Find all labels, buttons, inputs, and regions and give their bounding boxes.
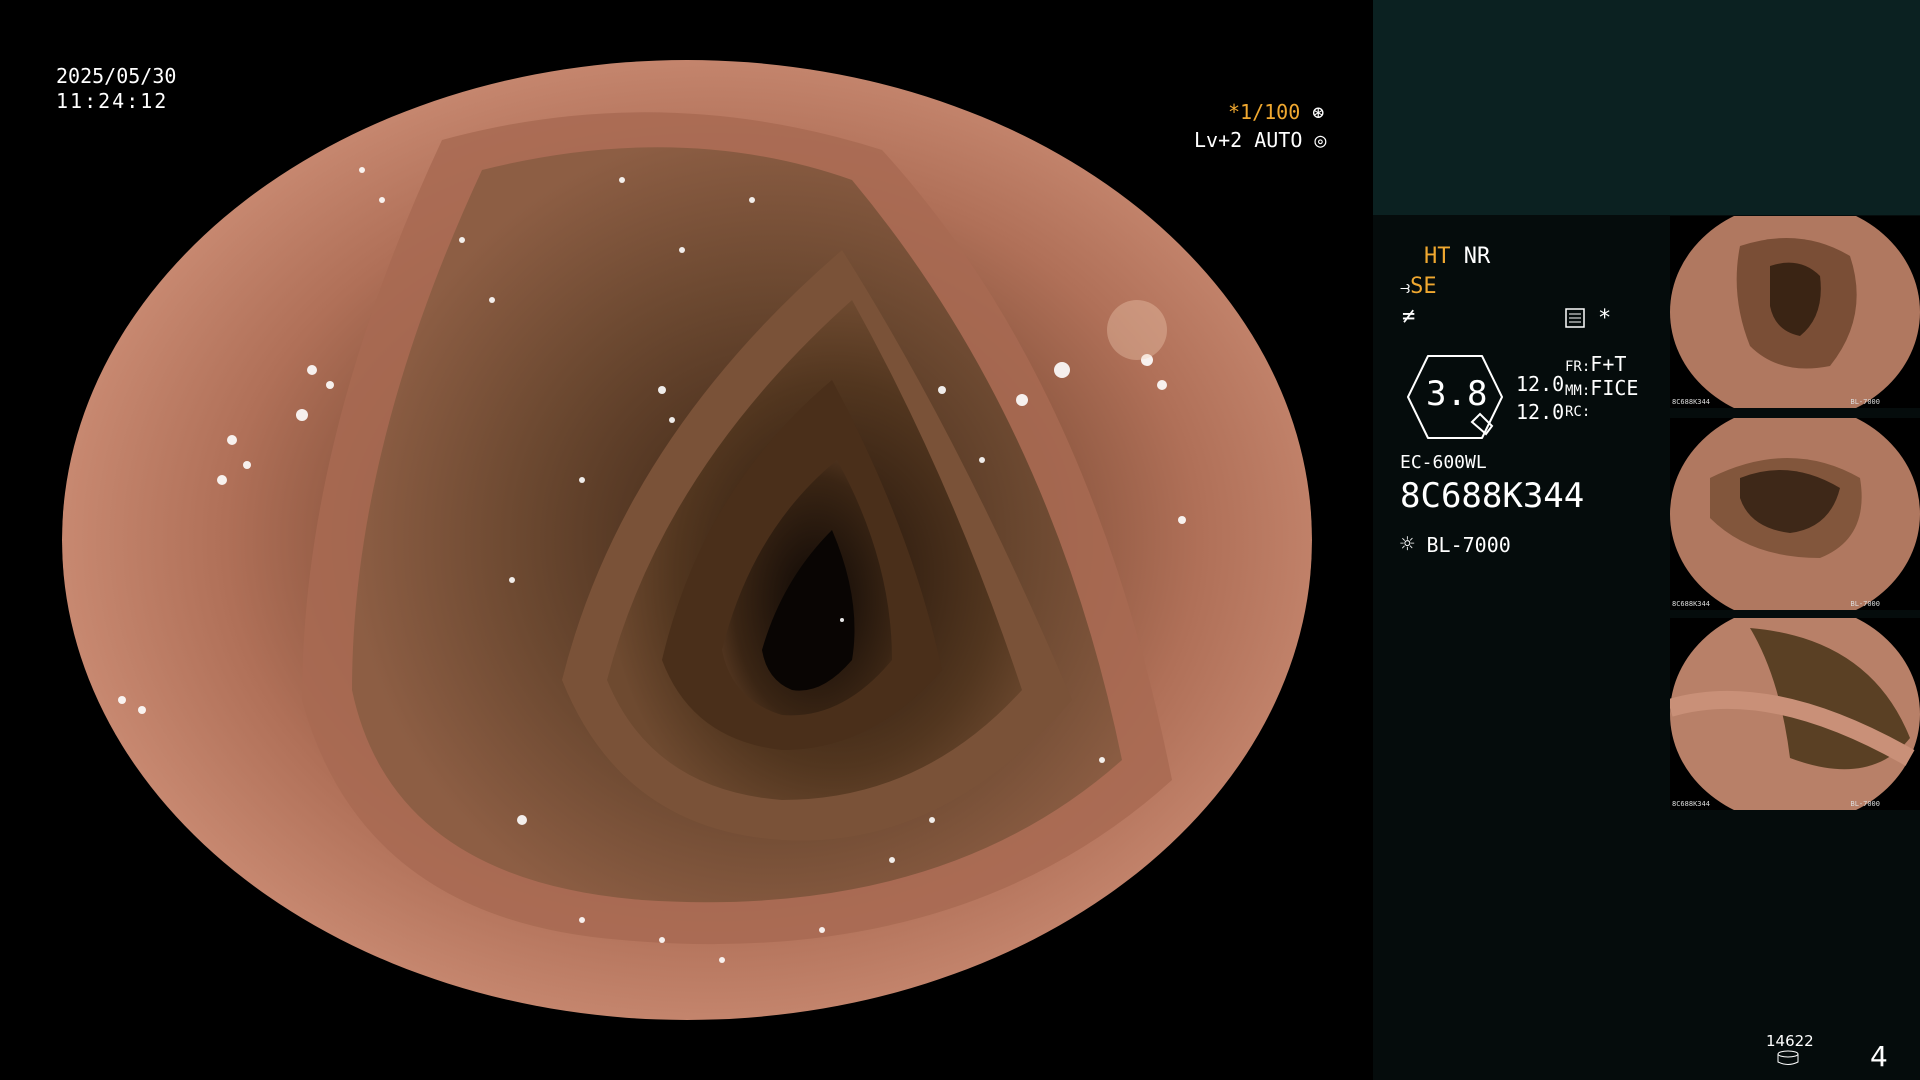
se-label: SE [1410,274,1437,299]
storage-icon [1776,1050,1800,1066]
mm-row: MM:FICE [1565,376,1638,400]
shutter-value: *1/100 [1228,100,1301,124]
time-label: 11:24:12 [56,89,169,113]
capture-thumbnail-2[interactable]: 8C688K344 BL-7000 [1670,418,1920,610]
shutter-indicator: *1/100 ⊛ [1228,100,1324,124]
auto-iris-icon: ◎ [1314,128,1327,152]
capture-thumbnail-3[interactable]: 8C688K344 BL-7000 [1670,618,1920,810]
endoscope-main-view [62,60,1312,1020]
thumb-1-serial: 8C688K344 [1672,398,1710,406]
info-panel-header-band [1373,0,1920,215]
thumb-3-serial: 8C688K344 [1672,800,1710,808]
page-number: 4 [1870,1040,1888,1073]
mm-value: FICE [1590,376,1639,400]
scope-serial: 8C688K344 [1400,476,1585,516]
thumb-2-light: BL-7000 [1850,600,1880,608]
dial-value: 3.8 [1426,374,1488,414]
memory-icon [1565,308,1585,328]
capture-thumbnail-1[interactable]: 8C688K344 BL-7000 [1670,216,1920,408]
thumb-1-light: BL-7000 [1850,398,1880,406]
structure-enhance-icon: ⥽ [1400,277,1411,298]
fr-label: FR: [1565,359,1591,375]
ht-label: HT [1424,244,1451,269]
capture-counter: 14622 [1766,1032,1814,1050]
fr-value: F+T [1590,352,1627,376]
level-indicator: Lv+2 AUTO ◎ [1194,128,1326,152]
asterisk-indicator: * [1598,306,1612,331]
light-source-label: BL-7000 [1426,533,1511,557]
ht-nr-row: HT NR [1424,244,1490,269]
date-label: 2025/05/30 [56,64,177,88]
light-source-row: ☼ BL-7000 [1400,530,1511,558]
shutter-icon: ⊛ [1312,100,1325,124]
rc-label: RC: [1565,404,1591,420]
se-row: ⥽SE [1400,274,1437,299]
thumb-3-light: BL-7000 [1850,800,1880,808]
level-value: Lv+2 AUTO [1194,128,1303,152]
contrast-icon: ≠ [1402,304,1416,329]
nr-label: NR [1463,244,1491,269]
fr-row: FR:F+T [1565,352,1626,376]
thumb-2-serial: 8C688K344 [1672,600,1710,608]
value-2: 12.0 [1516,400,1565,424]
value-1: 12.0 [1516,372,1565,396]
light-source-icon: ☼ [1400,530,1415,558]
scope-model: EC-600WL [1400,452,1487,473]
mm-label: MM: [1565,383,1591,399]
